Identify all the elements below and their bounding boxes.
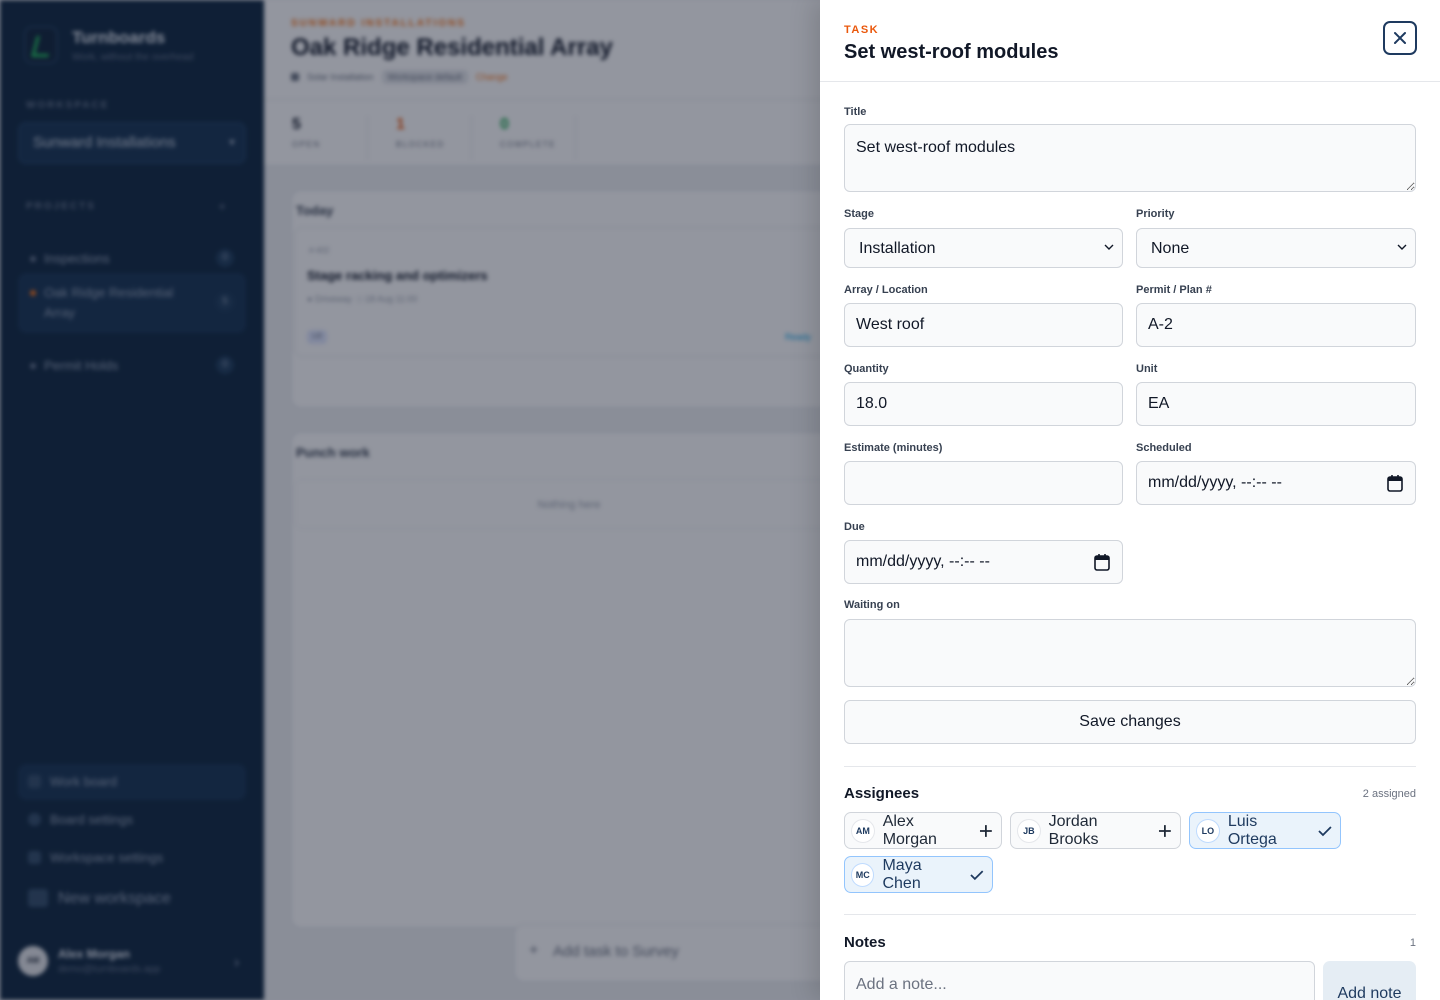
priority-select[interactable]: None bbox=[1136, 228, 1416, 268]
stage-select-value: Installation bbox=[859, 240, 936, 257]
divider bbox=[844, 766, 1416, 767]
notes-count: 1 bbox=[1409, 937, 1416, 949]
chevron-down-icon bbox=[1397, 244, 1407, 250]
assignee-name: Alex Morgan bbox=[882, 812, 937, 848]
avatar: AM bbox=[851, 818, 875, 843]
assignees-count: 2 assigned bbox=[1362, 788, 1416, 800]
permit-label: Permit / Plan # bbox=[1136, 284, 1212, 296]
save-button[interactable]: Save changes bbox=[844, 700, 1416, 744]
calendar-icon[interactable] bbox=[1094, 553, 1110, 571]
plus-icon bbox=[980, 824, 993, 837]
divider bbox=[844, 914, 1416, 915]
permit-input[interactable] bbox=[1136, 303, 1416, 347]
title-label: Title bbox=[844, 106, 867, 118]
avatar: JB bbox=[1017, 818, 1041, 843]
estimate-label: Estimate (minutes) bbox=[844, 442, 943, 454]
check-icon bbox=[1318, 825, 1332, 836]
stage-select[interactable]: Installation bbox=[844, 228, 1123, 268]
unit-input[interactable] bbox=[1136, 382, 1416, 426]
close-icon bbox=[1394, 32, 1406, 44]
drawer-header: TASK Set west-roof modules bbox=[820, 0, 1440, 82]
title-input[interactable]: Set west-roof modules bbox=[844, 124, 1416, 192]
note-input[interactable] bbox=[844, 961, 1315, 1000]
task-drawer: TASK Set west-roof modules Title Set wes… bbox=[820, 0, 1440, 1000]
scheduled-label: Scheduled bbox=[1136, 442, 1192, 454]
avatar: LO bbox=[1196, 818, 1220, 843]
avatar: MC bbox=[851, 862, 875, 887]
quantity-label: Quantity bbox=[844, 363, 889, 375]
drawer-title: Set west-roof modules bbox=[844, 41, 1059, 63]
assignee-name: Luis Ortega bbox=[1227, 812, 1277, 848]
check-icon bbox=[970, 869, 984, 880]
assignee-name: Maya Chen bbox=[882, 856, 922, 892]
assignees-title: Assignees bbox=[844, 785, 920, 802]
location-input[interactable] bbox=[844, 303, 1123, 347]
assignee-chip-alex-morgan[interactable]: AM Alex Morgan bbox=[844, 812, 1002, 849]
drawer-eyebrow: TASK bbox=[844, 24, 880, 36]
estimate-input[interactable] bbox=[844, 461, 1123, 505]
waiting-label: Waiting on bbox=[844, 599, 900, 611]
due-label: Due bbox=[844, 521, 865, 533]
assignee-chip-maya-chen[interactable]: MC Maya Chen bbox=[844, 856, 993, 893]
due-input[interactable]: mm/dd/yyyy, --:-- -- bbox=[844, 540, 1123, 584]
notes-title: Notes bbox=[844, 934, 886, 951]
priority-select-value: None bbox=[1151, 240, 1190, 257]
add-note-button[interactable]: Add note bbox=[1323, 961, 1416, 1000]
waiting-input[interactable] bbox=[844, 619, 1416, 687]
scheduled-value: mm/dd/yyyy, --:-- -- bbox=[1148, 474, 1282, 491]
quantity-input[interactable] bbox=[844, 382, 1123, 426]
calendar-icon[interactable] bbox=[1387, 474, 1403, 492]
scheduled-input[interactable]: mm/dd/yyyy, --:-- -- bbox=[1136, 461, 1416, 505]
assignee-chip-jordan-brooks[interactable]: JB Jordan Brooks bbox=[1010, 812, 1181, 849]
location-label: Array / Location bbox=[844, 284, 928, 296]
chevron-down-icon bbox=[1104, 244, 1114, 250]
priority-label: Priority bbox=[1136, 208, 1175, 220]
due-value: mm/dd/yyyy, --:-- -- bbox=[856, 553, 990, 570]
assignee-chip-luis-ortega[interactable]: LO Luis Ortega bbox=[1189, 812, 1341, 849]
stage-label: Stage bbox=[844, 208, 874, 220]
close-button[interactable] bbox=[1383, 21, 1417, 55]
modal-backdrop[interactable] bbox=[0, 0, 820, 1000]
unit-label: Unit bbox=[1136, 363, 1158, 375]
assignee-name: Jordan Brooks bbox=[1048, 812, 1099, 848]
plus-icon bbox=[1159, 824, 1172, 837]
